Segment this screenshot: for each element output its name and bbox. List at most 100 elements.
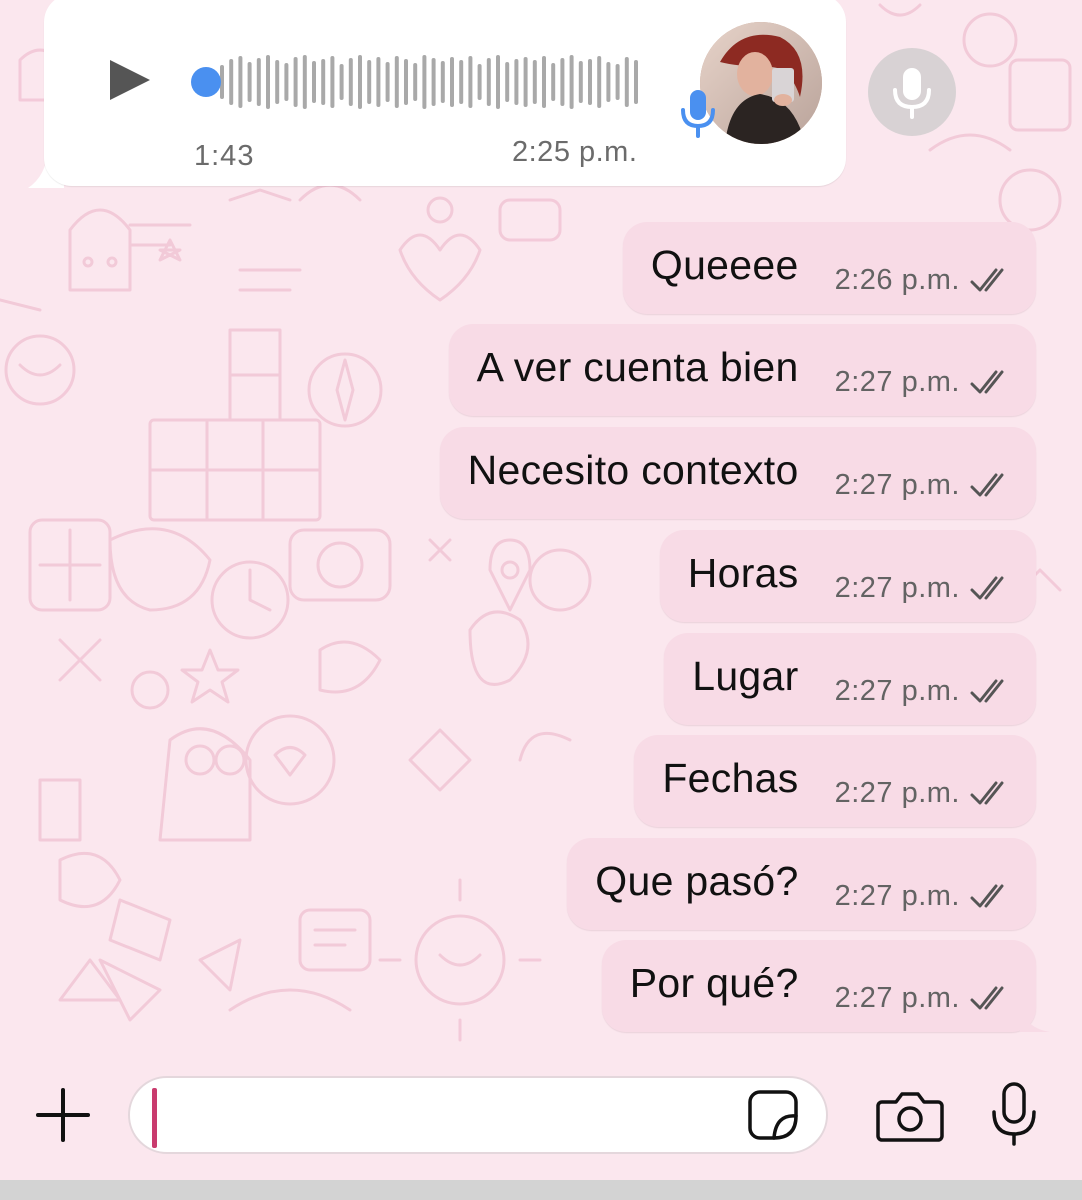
waveform-bar [413, 63, 418, 101]
message-text: Lugar [692, 652, 799, 699]
text-cursor [152, 1088, 157, 1148]
double-check-icon [970, 370, 1004, 394]
waveform-bar [266, 55, 270, 109]
waveform-bar [542, 56, 546, 108]
waveform-bar [450, 57, 454, 107]
voice-duration: 1:43 [194, 140, 255, 172]
waveform-bar [229, 59, 234, 105]
message-text: Que pasó? [595, 857, 799, 904]
sent-message-bubble[interactable]: Fechas 2:27 p.m. [634, 735, 1036, 827]
sent-message-bubble[interactable]: Lugar 2:27 p.m. [664, 633, 1036, 725]
message-input-container[interactable] [128, 1076, 828, 1154]
sent-message-bubble[interactable]: A ver cuenta bien 2:27 p.m. [448, 324, 1036, 416]
message-meta: 2:27 p.m. [835, 469, 1012, 502]
waveform-bar [293, 57, 298, 107]
waveform-bar [238, 56, 243, 108]
message-meta: 2:27 p.m. [835, 675, 1012, 708]
waveform-bar [588, 59, 592, 105]
message-text: Queeee [650, 241, 799, 288]
waveform-bar [505, 62, 510, 102]
sent-message-bubble[interactable]: Por qué? 2:27 p.m. [601, 940, 1050, 1032]
message-input[interactable] [152, 1084, 736, 1148]
waveform-bar [358, 55, 362, 109]
waveform-bar [348, 58, 353, 106]
waveform-bar [422, 55, 427, 109]
waveform-bar [275, 60, 280, 104]
message-time: 2:27 p.m. [834, 365, 960, 398]
voice-waveform-slider[interactable] [188, 52, 644, 112]
waveform-bar [404, 59, 408, 105]
avatar-photo [700, 22, 822, 144]
sender-avatar[interactable] [700, 22, 822, 144]
double-check-icon [970, 679, 1004, 703]
waveform-bar [477, 64, 482, 100]
waveform-bar [321, 59, 326, 105]
message-time: 2:27 p.m. [834, 571, 960, 604]
message-meta: 2:26 p.m. [835, 264, 1012, 297]
waveform-bar [376, 57, 381, 107]
waveform-bar [532, 60, 537, 104]
message-time: 2:27 p.m. [834, 674, 960, 707]
waveform-bar [256, 58, 261, 106]
waveform-bar [615, 64, 620, 100]
sent-message-bubble[interactable]: Queeee 2:26 p.m. [622, 222, 1036, 314]
message-text: Horas [687, 549, 799, 596]
waveform-bar [486, 58, 491, 106]
sticker-icon[interactable] [746, 1088, 800, 1142]
message-time: 2:27 p.m. [834, 776, 960, 809]
play-icon[interactable] [100, 52, 156, 108]
plus-icon[interactable] [34, 1086, 92, 1144]
double-check-icon [970, 884, 1004, 908]
sent-message-bubble[interactable]: Horas 2:27 p.m. [659, 530, 1036, 622]
waveform-bar [468, 56, 473, 108]
waveform-bar [560, 58, 565, 106]
waveform-bar [569, 55, 574, 109]
voice-message-time: 2:25 p.m. [512, 136, 638, 168]
message-text: A ver cuenta bien [476, 343, 799, 390]
message-meta: 2:27 p.m. [835, 982, 1012, 1015]
message-meta: 2:27 p.m. [835, 880, 1012, 913]
message-meta: 2:27 p.m. [835, 777, 1012, 810]
message-time: 2:26 p.m. [834, 263, 960, 296]
waveform-bar [634, 60, 638, 104]
message-meta: 2:27 p.m. [835, 572, 1012, 605]
waveform-bar [514, 59, 519, 105]
waveform-bar [597, 56, 602, 108]
message-meta: 2:27 p.m. [835, 366, 1012, 399]
waveform-bar [247, 62, 252, 102]
waveform-bar [624, 57, 629, 107]
double-check-icon [970, 473, 1004, 497]
message-text: Necesito contexto [467, 446, 799, 493]
waveform-bar [312, 61, 316, 103]
double-check-icon [970, 576, 1004, 600]
voice-mic-indicator[interactable] [868, 48, 956, 136]
waveform-bar [385, 62, 390, 102]
chat-area[interactable]: 1:43 2:25 p.m. Queeee 2:26 p.m. A ver cu… [0, 0, 1082, 1058]
message-text: Fechas [662, 754, 799, 801]
sent-message-bubble[interactable]: Que pasó? 2:27 p.m. [567, 838, 1036, 930]
mic-icon [681, 90, 715, 138]
sent-message-bubble[interactable]: Necesito contexto 2:27 p.m. [439, 427, 1036, 519]
message-time: 2:27 p.m. [834, 981, 960, 1014]
message-text: Por qué? [629, 959, 799, 1006]
message-time: 2:27 p.m. [834, 468, 960, 501]
message-tail [1020, 1004, 1050, 1032]
double-check-icon [970, 268, 1004, 292]
waveform-bar [367, 60, 372, 104]
camera-icon[interactable] [876, 1088, 944, 1142]
waveform-bar [431, 58, 436, 106]
mic-icon [893, 68, 931, 119]
waveform-bar [459, 60, 464, 104]
waveform-bar [302, 55, 307, 109]
waveform-bar [284, 63, 289, 101]
waveform-bar [440, 61, 445, 103]
waveform-bar [523, 57, 528, 107]
mic-icon[interactable] [988, 1080, 1040, 1148]
waveform-bar [606, 62, 611, 102]
playback-progress-dot[interactable] [191, 67, 221, 97]
waveform-bar [330, 56, 335, 108]
waveform-bar [394, 56, 399, 108]
double-check-icon [970, 781, 1004, 805]
waveform-bar [578, 61, 583, 103]
waveform-bar [551, 63, 556, 101]
